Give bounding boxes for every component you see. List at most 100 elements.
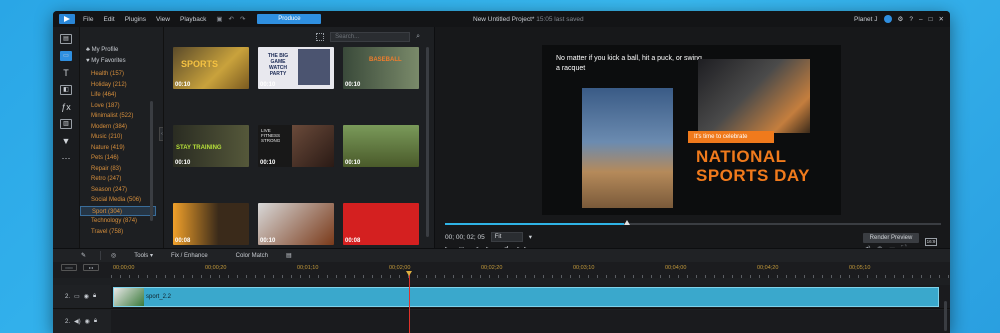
- track-header-video: 2. ▭ ◉ 🔒︎: [53, 285, 111, 309]
- ruler-mark: 00;04;00: [665, 265, 687, 271]
- template-tile[interactable]: STAY TRAINING 00:10: [173, 125, 249, 167]
- category-item[interactable]: Technology (874): [80, 216, 156, 227]
- zoom-dropdown-icon[interactable]: ▾: [529, 233, 532, 241]
- render-preview-button[interactable]: Render Preview: [863, 233, 919, 243]
- search-input[interactable]: Search...: [330, 32, 411, 42]
- particle-room-icon[interactable]: ▼: [60, 136, 72, 146]
- user-name[interactable]: Planet J: [854, 16, 878, 23]
- save-icon[interactable]: ▣: [216, 15, 222, 23]
- ruler-ticks: [111, 275, 950, 278]
- aspect-ratio-button[interactable]: 16:9: [925, 238, 937, 246]
- title-room-icon[interactable]: T: [60, 68, 72, 78]
- ruler-mark: 00;01;10: [297, 265, 319, 271]
- category-item[interactable]: Social Media (506): [80, 195, 156, 206]
- tile-title: SPORTS: [181, 59, 219, 69]
- tools-menu[interactable]: Tools ▾: [134, 252, 153, 259]
- category-item[interactable]: Minimalist (522): [80, 111, 156, 122]
- timeline-view-button[interactable]: ▭▭: [61, 264, 77, 271]
- timeline-ruler[interactable]: ▭▭ ▸◂ 00;00;00 00;00;20 00;01;10 00;02;0…: [53, 262, 950, 278]
- template-tile[interactable]: THE BIG GAME WATCH PARTY 00:10: [258, 47, 334, 89]
- category-item[interactable]: Music (210): [80, 132, 156, 143]
- timeline-scrollbar[interactable]: [944, 301, 947, 331]
- search-icon[interactable]: ⌕: [416, 33, 420, 41]
- headline-line-1: NATIONAL: [696, 147, 787, 166]
- produce-button[interactable]: Produce: [257, 14, 322, 24]
- preview-scrubber[interactable]: [445, 220, 941, 225]
- fit-dropdown[interactable]: Fit: [490, 232, 523, 242]
- template-tile[interactable]: 00:08: [173, 203, 249, 245]
- my-favorites-item[interactable]: ♥ My Favorites: [80, 58, 156, 69]
- tile-duration: 00:10: [260, 238, 276, 244]
- menu-playback[interactable]: Playback: [180, 16, 206, 23]
- effect-room-icon[interactable]: ƒx: [60, 102, 72, 112]
- template-tile[interactable]: 00:10: [258, 203, 334, 245]
- fix-enhance-button[interactable]: Fix / Enhance: [171, 253, 208, 259]
- timeline-playhead[interactable]: [406, 271, 412, 333]
- timecode-row: 00; 00; 02; 05 Fit ▾: [445, 232, 532, 242]
- title-bar: File Edit Plugins View Playback ▣ ↶ ↷ Pr…: [53, 11, 950, 27]
- tile-duration: 00:10: [260, 160, 276, 166]
- menu-view[interactable]: View: [156, 16, 170, 23]
- track-visibility-icon[interactable]: ◉: [85, 318, 90, 325]
- timeline-clip[interactable]: sport_2.2: [113, 287, 939, 307]
- track-lock-icon[interactable]: 🔒︎: [93, 293, 96, 300]
- grid-view-icon[interactable]: [316, 33, 325, 41]
- timeline-fit-button[interactable]: ▸◂: [83, 264, 99, 271]
- media-room-icon[interactable]: ▤: [60, 34, 72, 44]
- category-item[interactable]: Love (187): [80, 101, 156, 112]
- category-item[interactable]: Retro (247): [80, 174, 156, 185]
- more-rooms-icon[interactable]: ⋯: [60, 153, 72, 163]
- category-item-selected[interactable]: Sport (304): [80, 205, 156, 216]
- category-item[interactable]: Health (157): [80, 69, 156, 80]
- keyframe-icon[interactable]: ▤: [286, 252, 292, 259]
- window-controls: Planet J ⚙ ? – □ ✕: [854, 15, 944, 23]
- audio-track[interactable]: [111, 310, 950, 333]
- toolbar-divider: [100, 251, 102, 260]
- transition-room-icon[interactable]: ◧: [60, 85, 72, 95]
- tile-duration: 00:10: [175, 82, 191, 88]
- maximize-icon[interactable]: □: [929, 16, 933, 23]
- menu-plugins[interactable]: Plugins: [125, 16, 146, 23]
- close-icon[interactable]: ✕: [939, 15, 944, 23]
- video-track[interactable]: sport_2.2: [111, 285, 950, 309]
- category-item[interactable]: Repair (83): [80, 164, 156, 175]
- template-tile[interactable]: SPORTS 00:10: [173, 47, 249, 89]
- settings-gear-icon[interactable]: ⚙: [898, 15, 904, 23]
- template-tile[interactable]: LIVE FITNESS STRONG 00:10: [258, 125, 334, 167]
- track-lock-icon[interactable]: 🔒︎: [94, 318, 97, 325]
- template-tile[interactable]: BASEBALL 00:10: [343, 47, 419, 89]
- category-scrollbar[interactable]: [150, 101, 153, 221]
- scrubber-handle[interactable]: [623, 220, 630, 225]
- my-profile-item[interactable]: ♣ My Profile: [80, 47, 156, 58]
- timeline-toolbar: ✎ ◎ Tools ▾ Fix / Enhance Color Match ▤: [53, 248, 950, 262]
- template-room-icon[interactable]: ▭: [60, 51, 72, 61]
- menu-edit[interactable]: Edit: [103, 16, 114, 23]
- notification-badge-icon[interactable]: [883, 15, 892, 23]
- category-item[interactable]: Travel (758): [80, 227, 156, 238]
- magic-tools-icon[interactable]: ◎: [111, 252, 116, 259]
- template-tile[interactable]: 00:10: [343, 125, 419, 167]
- timecode-display[interactable]: 00; 00; 02; 05: [445, 234, 485, 241]
- redo-icon[interactable]: ↷: [240, 15, 245, 23]
- help-icon[interactable]: ?: [909, 16, 913, 23]
- tile-title: STAY TRAINING: [176, 145, 222, 151]
- app-logo-icon: [59, 14, 75, 24]
- category-item[interactable]: Modern (384): [80, 122, 156, 133]
- menu-file[interactable]: File: [83, 16, 93, 23]
- pip-room-icon[interactable]: ▥: [60, 119, 72, 129]
- category-item[interactable]: Life (464): [80, 90, 156, 101]
- project-name: New Untitled Project*: [473, 15, 535, 23]
- undo-icon[interactable]: ↶: [229, 15, 234, 23]
- category-item[interactable]: Season (247): [80, 185, 156, 196]
- category-item[interactable]: Holiday (212): [80, 80, 156, 91]
- ruler-mark: 00;00;00: [113, 265, 135, 271]
- category-item[interactable]: Nature (419): [80, 143, 156, 154]
- parkour-photo: [698, 59, 810, 133]
- library-scrollbar[interactable]: [426, 47, 429, 237]
- template-tile[interactable]: 00:08: [343, 203, 419, 245]
- category-item[interactable]: Pets (146): [80, 153, 156, 164]
- color-match-button[interactable]: Color Match: [236, 253, 268, 259]
- edit-pen-icon[interactable]: ✎: [81, 252, 86, 259]
- minimize-icon[interactable]: –: [919, 16, 923, 23]
- track-visibility-icon[interactable]: ◉: [84, 293, 89, 300]
